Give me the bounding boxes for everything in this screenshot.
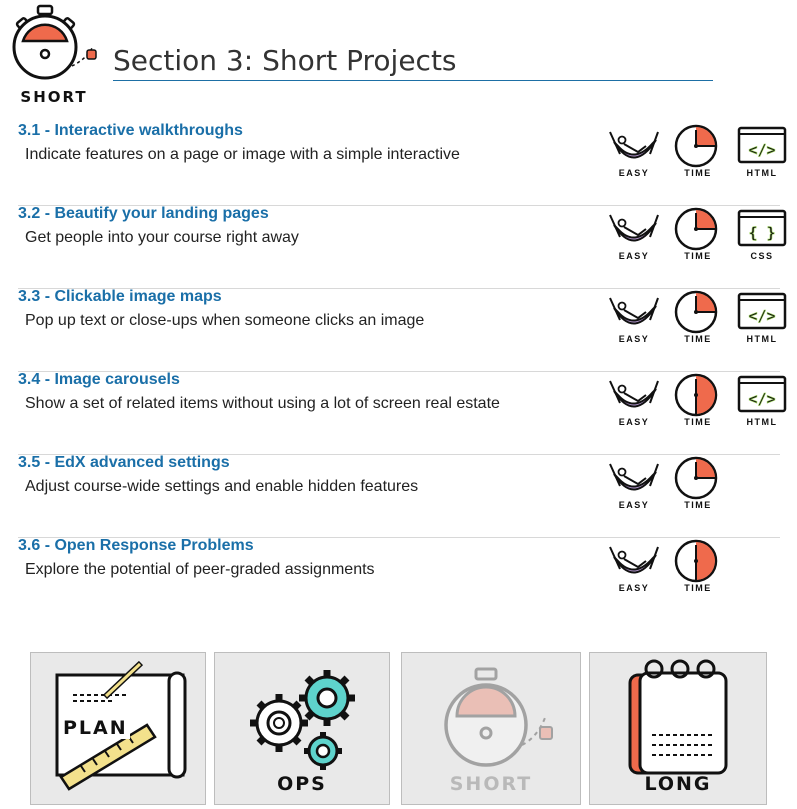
project-description: Get people into your course right away: [25, 229, 299, 246]
nav-tile-ops[interactable]: OPS: [214, 652, 390, 805]
project-row: 3.2 - Beautify your landing pages Get peo…: [18, 205, 787, 289]
hammock-icon: [609, 131, 659, 159]
short-logo: SHORT: [8, 4, 100, 106]
difficulty-badge: EASY: [608, 207, 660, 265]
badge-label: TIME: [684, 417, 712, 427]
clock-icon: [674, 539, 718, 583]
html-code-icon: </>: [737, 375, 787, 413]
project-description: Show a set of related items without usin…: [25, 395, 500, 412]
project-row: 3.3 - Clickable image maps Pop up text or…: [18, 288, 787, 372]
code-badge: { } CSS: [736, 207, 788, 265]
project-row: 3.6 - Open Response Problems Explore the …: [18, 537, 780, 620]
code-badge: </> HTML: [736, 124, 788, 182]
logo-label: SHORT: [20, 88, 88, 106]
hammock-icon: [609, 380, 659, 408]
time-badge: TIME: [672, 456, 724, 514]
badge-label: HTML: [746, 417, 778, 427]
project-description: Indicate features on a page or image wit…: [25, 146, 460, 163]
badge-label: EASY: [618, 251, 650, 261]
svg-text:</>: </>: [748, 307, 775, 325]
badge-label: HTML: [746, 168, 778, 178]
hammock-icon: [609, 546, 659, 574]
project-title-link[interactable]: 3.4 - Image carousels: [18, 371, 180, 389]
nav-tile-label: OPS: [277, 773, 327, 795]
html-code-icon: </>: [737, 126, 787, 164]
hammock-icon: [609, 297, 659, 325]
project-description: Pop up text or close-ups when someone cl…: [25, 312, 425, 329]
clock-icon: [674, 373, 718, 417]
nav-tile-label: PLAN: [61, 717, 130, 739]
nav-tile-label: LONG: [644, 773, 712, 795]
project-row: 3.4 - Image carousels Show a set of relat…: [18, 371, 787, 455]
badge-label: HTML: [746, 334, 778, 344]
nav-tile-short[interactable]: SHORT: [401, 652, 581, 805]
badge-label: TIME: [684, 500, 712, 510]
clock-icon: [674, 207, 718, 251]
badge-label: EASY: [618, 583, 650, 593]
nav-tile-long[interactable]: LONG: [589, 652, 767, 805]
difficulty-badge: EASY: [608, 290, 660, 348]
clock-icon: [674, 124, 718, 168]
time-badge: TIME: [672, 290, 724, 348]
badge-label: EASY: [618, 417, 650, 427]
badge-label: TIME: [684, 583, 712, 593]
badge-label: TIME: [684, 251, 712, 261]
time-badge: TIME: [672, 373, 724, 431]
code-badge: </> HTML: [736, 373, 788, 431]
nav-tile-plan[interactable]: PLAN: [30, 652, 206, 805]
badge-label: TIME: [684, 168, 712, 178]
hammock-icon: [609, 214, 659, 242]
project-title-link[interactable]: 3.5 - EdX advanced settings: [18, 454, 230, 472]
stopwatch-icon: [12, 4, 97, 80]
code-badge: </> HTML: [736, 290, 788, 348]
project-title-link[interactable]: 3.2 - Beautify your landing pages: [18, 205, 269, 223]
project-row: 3.5 - EdX advanced settings Adjust course…: [18, 454, 780, 538]
html-code-icon: </>: [737, 292, 787, 330]
clock-icon: [674, 456, 718, 500]
difficulty-badge: EASY: [608, 124, 660, 182]
project-description: Explore the potential of peer-graded ass…: [25, 561, 375, 578]
svg-text:{ }: { }: [748, 224, 775, 242]
clock-icon: [674, 290, 718, 334]
badge-label: EASY: [618, 500, 650, 510]
badge-label: EASY: [618, 334, 650, 344]
project-row: 3.1 - Interactive walkthroughs Indicate f…: [18, 122, 787, 206]
badge-label: EASY: [618, 168, 650, 178]
time-badge: TIME: [672, 207, 724, 265]
project-title-link[interactable]: 3.1 - Interactive walkthroughs: [18, 122, 243, 140]
badge-label: CSS: [750, 251, 774, 261]
svg-text:</>: </>: [748, 141, 775, 159]
page-title: Section 3: Short Projects: [113, 44, 457, 77]
css-braces-icon: { }: [737, 209, 787, 247]
time-badge: TIME: [672, 539, 724, 597]
svg-text:</>: </>: [748, 390, 775, 408]
time-badge: TIME: [672, 124, 724, 182]
project-description: Adjust course-wide settings and enable h…: [25, 478, 419, 495]
project-title-link[interactable]: 3.6 - Open Response Problems: [18, 537, 254, 555]
difficulty-badge: EASY: [608, 539, 660, 597]
nav-tile-label: SHORT: [449, 773, 533, 795]
hammock-icon: [609, 463, 659, 491]
difficulty-badge: EASY: [608, 373, 660, 431]
title-divider: [113, 80, 713, 81]
difficulty-badge: EASY: [608, 456, 660, 514]
project-title-link[interactable]: 3.3 - Clickable image maps: [18, 288, 222, 306]
badge-label: TIME: [684, 334, 712, 344]
